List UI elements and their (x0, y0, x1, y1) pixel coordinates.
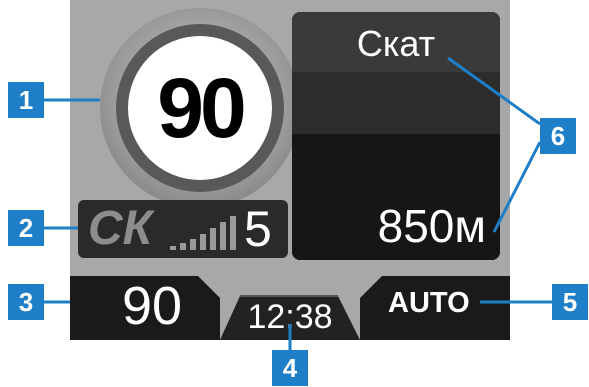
callout-lines (44, 56, 552, 352)
callout-badge-4: 4 (272, 350, 308, 386)
callout-badge-5: 5 (552, 284, 588, 320)
callout-badge-1: 1 (8, 82, 44, 118)
callout-badge-6: 6 (540, 118, 576, 154)
callout-badge-2: 2 (8, 210, 44, 246)
callout-badge-3: 3 (8, 284, 44, 320)
